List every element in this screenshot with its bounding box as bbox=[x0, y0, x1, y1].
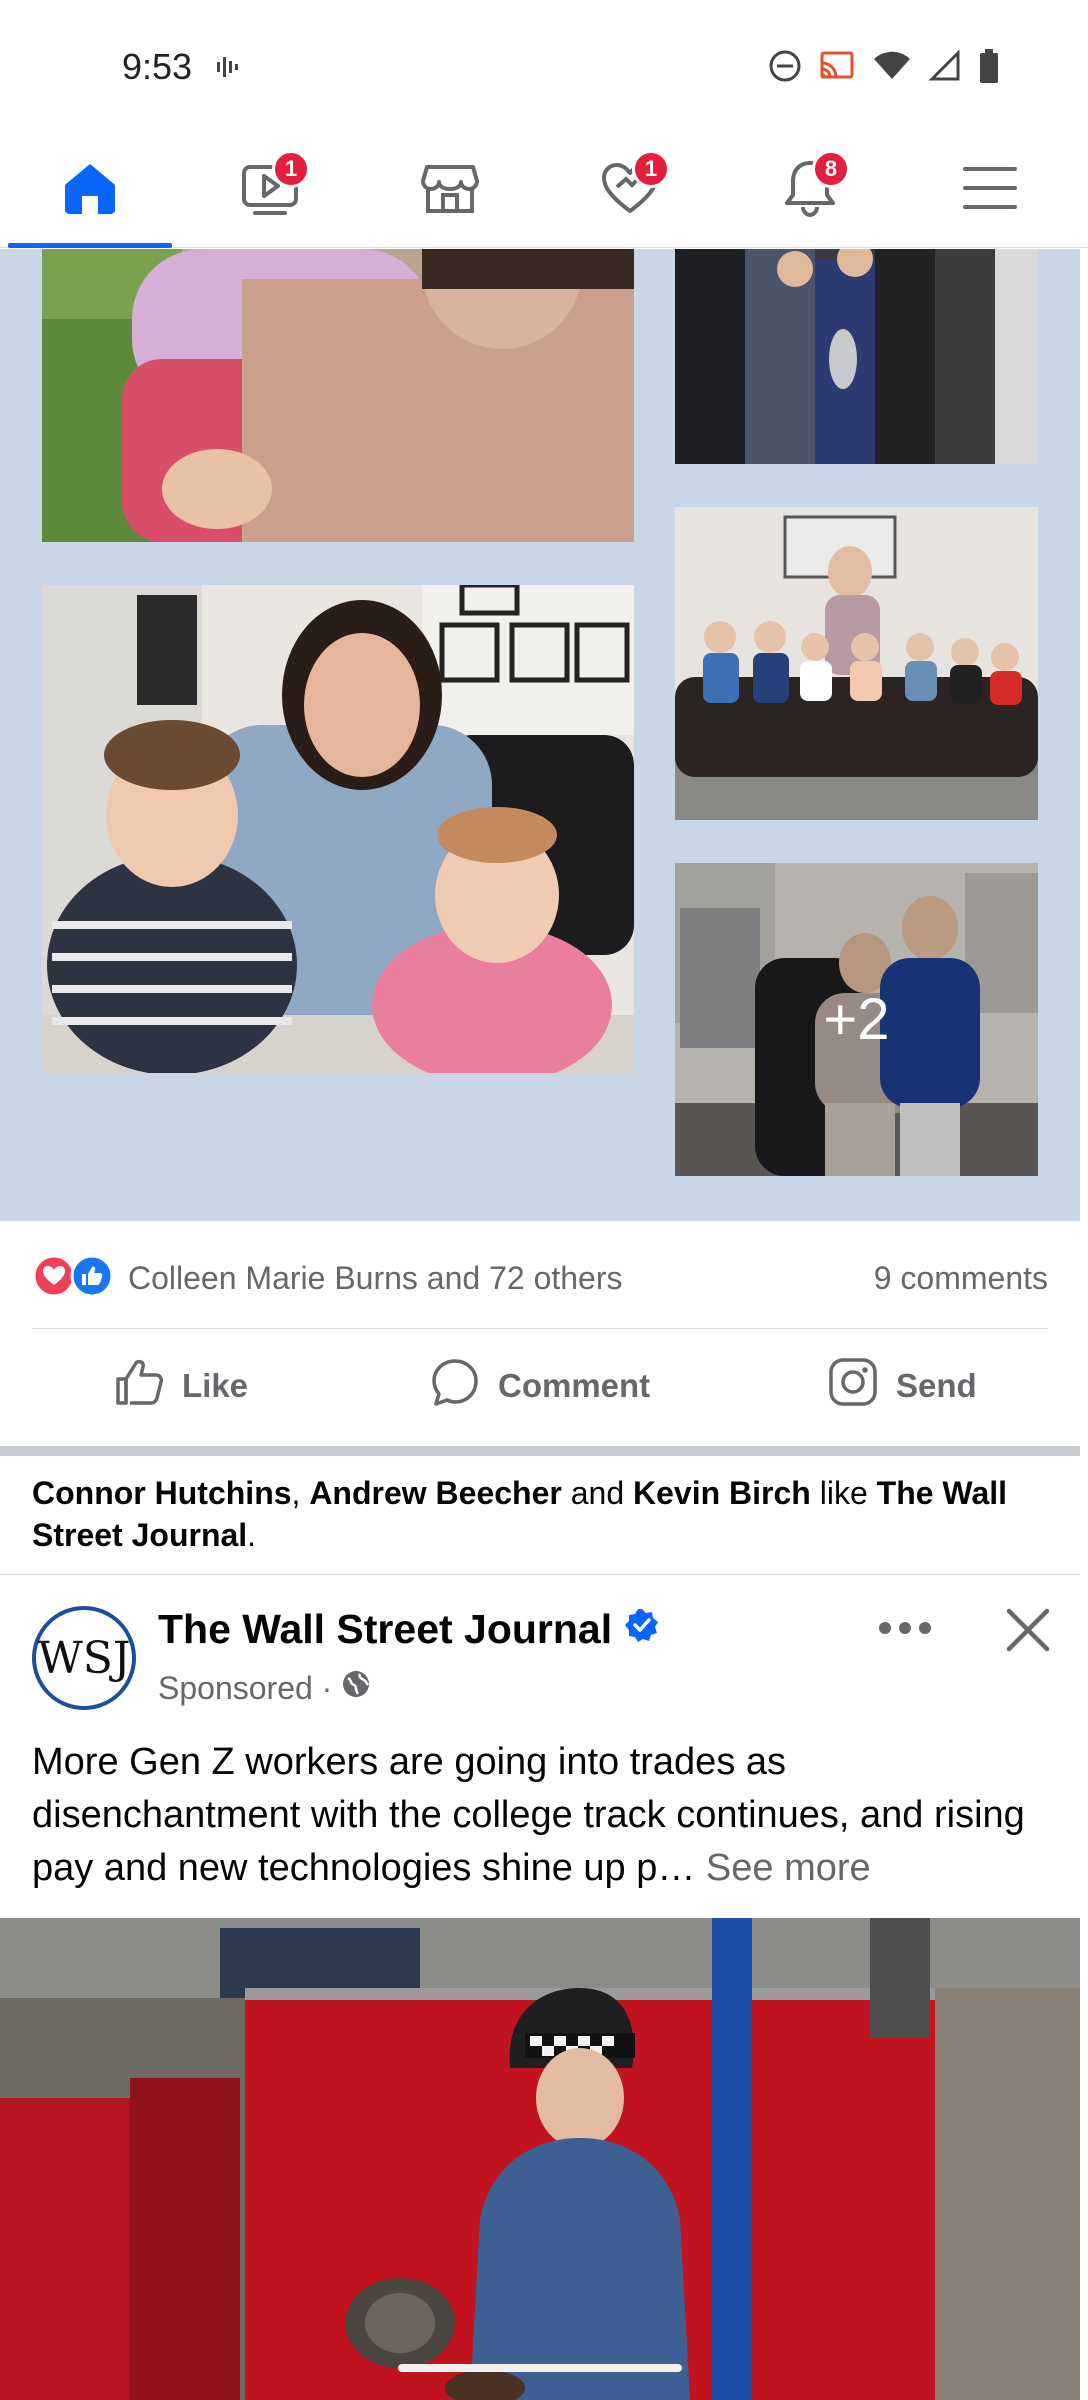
reactions-summary[interactable]: Colleen Marie Burns and 72 others 9 comm… bbox=[32, 1248, 1048, 1308]
send-label: Send bbox=[896, 1367, 977, 1404]
battery-icon bbox=[978, 48, 1000, 89]
globe-icon bbox=[340, 1668, 372, 1708]
comment-icon bbox=[428, 1355, 482, 1417]
reactions-text: Colleen Marie Burns and 72 others bbox=[128, 1259, 623, 1296]
comment-button[interactable]: Comment bbox=[428, 1330, 650, 1442]
page-title: The Wall Street Journal bbox=[158, 1606, 613, 1652]
hide-ad-button[interactable] bbox=[992, 1596, 1064, 1668]
feed-separator bbox=[0, 1446, 1080, 1456]
top-nav-bar: 1 1 8 bbox=[0, 132, 1088, 248]
home-indicator[interactable] bbox=[398, 2364, 682, 2372]
divider bbox=[0, 1574, 1080, 1575]
marketplace-icon bbox=[419, 157, 481, 224]
ad-page-name[interactable]: The Wall Street Journal bbox=[158, 1606, 660, 1653]
comment-label: Comment bbox=[498, 1367, 651, 1404]
ad-body-text: More Gen Z workers are going into trades… bbox=[32, 1741, 1025, 1889]
nav-dating[interactable]: 1 bbox=[540, 132, 720, 248]
cell-signal-icon bbox=[928, 49, 962, 88]
like-button[interactable]: Like bbox=[112, 1330, 248, 1442]
post-photo-5[interactable]: +2 bbox=[675, 863, 1038, 1176]
more-photos-label: +2 bbox=[675, 863, 1038, 1176]
sponsored-label: Sponsored · bbox=[158, 1668, 372, 1708]
page-avatar[interactable]: WSJ bbox=[32, 1606, 136, 1710]
end-text: . bbox=[247, 1517, 257, 1553]
nav-active-indicator bbox=[8, 243, 172, 248]
instagram-icon bbox=[826, 1355, 880, 1417]
status-time: 9:53 bbox=[122, 46, 193, 87]
ad-body: More Gen Z workers are going into trades… bbox=[32, 1736, 1062, 1895]
menu-icon bbox=[961, 163, 1019, 218]
nav-marketplace[interactable] bbox=[360, 132, 540, 248]
post-photo-1[interactable] bbox=[42, 249, 634, 542]
voice-activity-icon bbox=[214, 52, 244, 87]
post-photo-4[interactable] bbox=[675, 507, 1038, 820]
like-label: Like bbox=[182, 1367, 249, 1404]
notifications-badge: 8 bbox=[812, 150, 850, 188]
separator-text: and bbox=[561, 1475, 634, 1511]
do-not-disturb-icon bbox=[768, 49, 802, 88]
comments-count[interactable]: 9 comments bbox=[874, 1260, 1048, 1297]
sponsored-text: Sponsored · bbox=[158, 1669, 333, 1706]
separator-text: , bbox=[291, 1475, 310, 1511]
more-dots-icon bbox=[878, 1621, 932, 1640]
dating-badge: 1 bbox=[632, 150, 670, 188]
video-badge: 1 bbox=[272, 150, 310, 188]
close-icon bbox=[1005, 1607, 1051, 1658]
nav-menu[interactable] bbox=[900, 132, 1080, 248]
status-icons bbox=[768, 48, 1000, 89]
post-photo-2[interactable] bbox=[675, 249, 1038, 464]
home-icon bbox=[60, 158, 120, 223]
like-reaction-icon bbox=[70, 1254, 114, 1303]
more-options-button[interactable] bbox=[870, 1606, 940, 1654]
ad-image[interactable] bbox=[0, 1918, 1080, 2400]
nav-notifications[interactable]: 8 bbox=[720, 132, 900, 248]
verified-badge-icon bbox=[624, 1606, 660, 1653]
cast-icon bbox=[818, 49, 856, 88]
verb-text: like bbox=[810, 1475, 877, 1511]
avatar-logo-text: WSJ bbox=[37, 1632, 131, 1684]
friend-name[interactable]: Andrew Beecher bbox=[309, 1475, 562, 1511]
friend-name[interactable]: Kevin Birch bbox=[633, 1475, 811, 1511]
status-bar: 9:53 bbox=[0, 0, 1088, 132]
post-photo-grid: +2 bbox=[0, 249, 1080, 1221]
nav-home[interactable] bbox=[0, 132, 180, 248]
nav-video[interactable]: 1 bbox=[180, 132, 360, 248]
post-photo-3[interactable] bbox=[42, 585, 634, 1073]
divider bbox=[32, 1328, 1048, 1329]
post-actions: Like Comment Send bbox=[0, 1330, 1080, 1442]
thumbs-up-icon bbox=[112, 1355, 166, 1417]
friend-name[interactable]: Connor Hutchins bbox=[32, 1475, 292, 1511]
send-button[interactable]: Send bbox=[826, 1330, 977, 1442]
social-context: Connor Hutchins, Andrew Beecher and Kevi… bbox=[32, 1472, 1052, 1556]
reaction-icons bbox=[32, 1254, 114, 1303]
wifi-icon bbox=[872, 49, 912, 88]
see-more-link[interactable]: See more bbox=[706, 1847, 871, 1889]
